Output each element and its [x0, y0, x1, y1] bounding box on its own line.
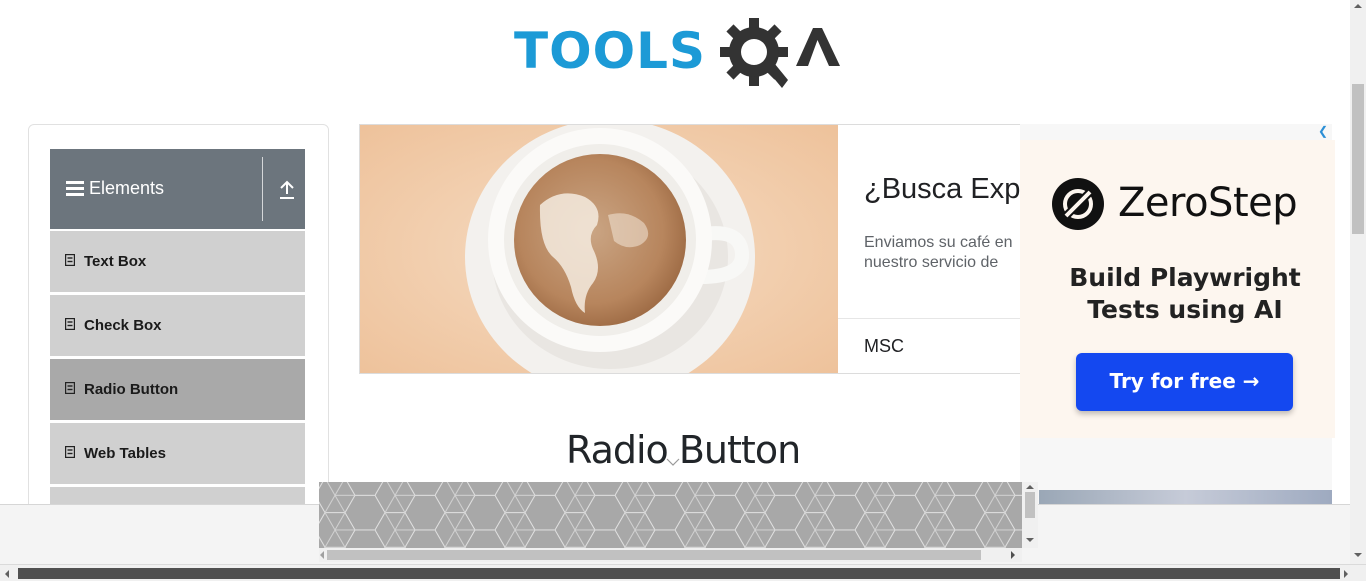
sidebar-group-title: Elements: [89, 178, 165, 198]
ad-bottom-strip: [1039, 490, 1332, 504]
scrollbar-thumb[interactable]: [18, 568, 1340, 579]
scroll-right-arrow-icon[interactable]: [1011, 551, 1015, 559]
ad-frame-vertical-scrollbar[interactable]: [1022, 482, 1038, 548]
zerostep-tagline: Build Playwright Tests using AI: [1020, 262, 1350, 326]
scrollbar-thumb[interactable]: [327, 550, 981, 560]
form-icon: [65, 382, 75, 394]
header-divider: [262, 157, 263, 221]
zerostep-ad[interactable]: ❮ ZeroStep Build Playwright Tests using …: [1020, 124, 1335, 504]
sidebar-item-label: Text Box: [84, 253, 147, 270]
coffee-cup-image: [360, 125, 838, 373]
try-for-free-button[interactable]: Try for free →: [1076, 353, 1293, 411]
ad-body-line: nuestro servicio de: [864, 254, 999, 271]
toolsqa-logo[interactable]: TOOLS: [514, 14, 844, 94]
scroll-up-arrow-icon[interactable]: [1026, 485, 1034, 489]
logo-gear-qa-icon: [720, 18, 840, 88]
ad-body: Enviamos su café en nuestro servicio de: [864, 233, 1034, 273]
scroll-up-arrow-icon[interactable]: [1354, 4, 1362, 8]
sidebar-item-label: Web Tables: [84, 445, 166, 462]
sidebar-item-check-box[interactable]: Check Box: [50, 294, 305, 356]
form-icon: [65, 254, 75, 266]
scroll-down-arrow-icon[interactable]: [1354, 553, 1362, 557]
scrollbar-thumb[interactable]: [1352, 84, 1364, 234]
sidebar-item-next[interactable]: [50, 486, 305, 506]
form-icon: [65, 446, 75, 458]
sidebar-item-text-box[interactable]: Text Box: [50, 230, 305, 292]
sidebar-group-elements[interactable]: Elements: [50, 149, 305, 229]
page-horizontal-scrollbar[interactable]: [0, 564, 1366, 581]
hamburger-icon: [66, 178, 84, 199]
scroll-down-arrow-icon[interactable]: [1026, 538, 1034, 542]
bottom-ad-frame[interactable]: [319, 482, 1022, 548]
scroll-right-arrow-icon[interactable]: [1344, 570, 1348, 578]
chevron-down-icon: [666, 458, 680, 466]
adchoices-icon[interactable]: ❮: [1318, 124, 1330, 138]
scrollbar-thumb[interactable]: [1025, 492, 1035, 518]
page-vertical-scrollbar[interactable]: [1350, 0, 1366, 564]
tagline-line: Tests using AI: [1087, 295, 1283, 324]
sidebar-item-radio-button[interactable]: Radio Button: [50, 358, 305, 420]
page-title: Radio Button: [566, 428, 801, 472]
ad-title: ¿Busca Expo: [864, 173, 1037, 205]
scroll-left-arrow-icon[interactable]: [5, 570, 9, 578]
sidebar-item-label: Radio Button: [84, 381, 179, 398]
ad-frame-horizontal-scrollbar[interactable]: [319, 548, 1022, 562]
form-icon: [65, 318, 75, 330]
tagline-line: Build Playwright: [1069, 263, 1301, 292]
zerostep-logo-icon: [1052, 178, 1104, 230]
ad-banner[interactable]: ¿Busca Expo Enviamos su café en nuestro …: [359, 124, 1059, 374]
scroll-left-arrow-icon[interactable]: [320, 551, 324, 559]
logo-tools-text: TOOLS: [514, 22, 706, 80]
zerostep-brand: ZeroStep: [1118, 180, 1298, 226]
arrow-up-icon[interactable]: [278, 179, 296, 201]
ad-body-line: Enviamos su café en: [864, 234, 1013, 251]
page: TOOLS Elements Text Box Check Box Radio …: [0, 0, 1366, 581]
sidebar-item-label: Check Box: [84, 317, 162, 334]
sidebar-item-web-tables[interactable]: Web Tables: [50, 422, 305, 484]
ad-brand: MSC: [864, 336, 904, 356]
